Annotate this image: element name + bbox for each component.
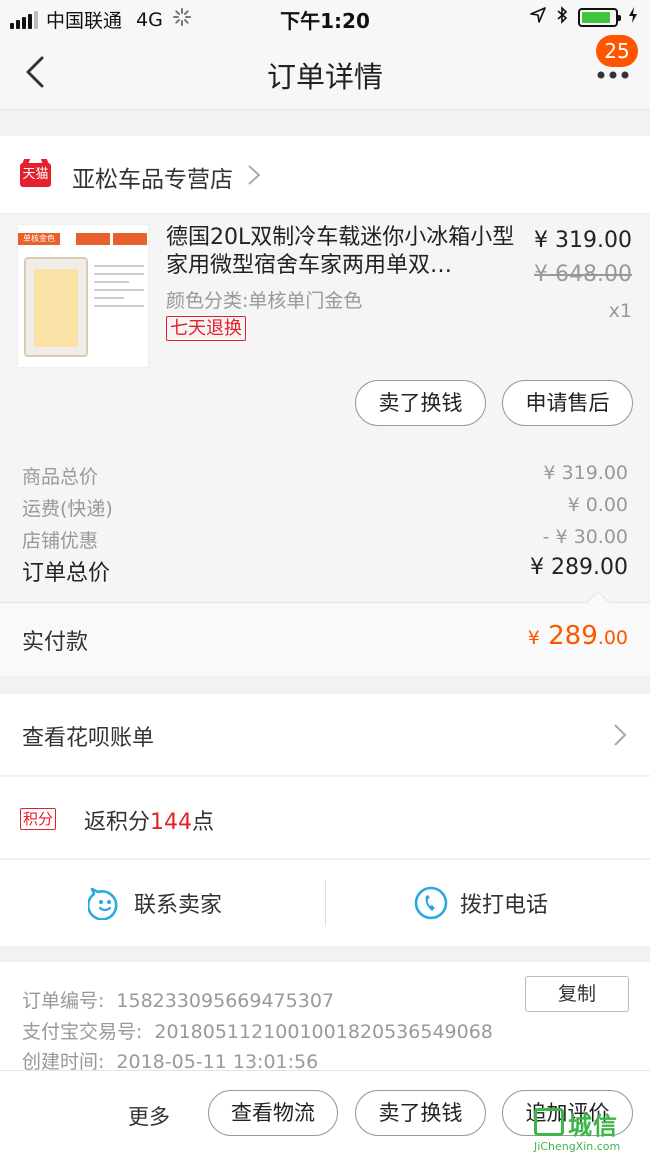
summary-row: 店铺优惠 - ¥ 30.00 [22, 526, 628, 553]
call-phone-label: 拨打电话 [460, 893, 549, 918]
location-icon [530, 7, 546, 28]
status-bar: 中国联通 4G 下午1:20 [0, 0, 650, 36]
product-quantity: x1 [608, 300, 632, 322]
amount-integer: 289 [548, 621, 598, 651]
product-item[interactable]: 单核金色 德国20L双制冷车载迷你小冰箱小型家用微型宿舍车家两用单双… 颜色分类… [0, 214, 650, 442]
order-info: 订单编号: 1582330956694753​07 支付宝交易号: 20180511… [0, 962, 650, 1073]
actual-payment-amount: ¥ 289.00 [528, 621, 628, 651]
amount-decimal: .00 [597, 627, 628, 649]
points-text: 返积分144点 [84, 810, 215, 835]
points-row: 积分 返积分144点 [0, 777, 650, 859]
watermark-text: 城信 [568, 1112, 618, 1140]
battery-icon [578, 8, 621, 27]
sell-for-cash-button[interactable]: 卖了换钱 [355, 380, 486, 426]
huabei-bill-label: 查看花呗账单 [22, 726, 155, 751]
contact-seller-label: 联系卖家 [134, 893, 223, 918]
more-dots-icon [597, 71, 629, 79]
actual-payment-label: 实付款 [22, 630, 89, 655]
watermark-url: JiChengXin.com [534, 1140, 621, 1153]
order-total-value: ¥ 289.00 [530, 555, 628, 580]
chevron-right-icon [614, 724, 627, 746]
nav-bar: 订单详情 25 [0, 35, 650, 110]
sell-for-cash-button[interactable]: 卖了换钱 [355, 1090, 486, 1136]
contact-row: 联系卖家 拨打电话 [0, 860, 650, 946]
summary-label: 商品总价 [22, 466, 99, 488]
summary-label: 店铺优惠 [22, 530, 99, 552]
order-number-line: 订单编号: 1582330956694753​07 [22, 990, 334, 1012]
watermark-logo-icon [534, 1108, 564, 1136]
currency-symbol: ¥ [527, 627, 540, 649]
product-original-price: ¥ 648.00 [534, 262, 632, 287]
summary-value: ¥ 319.00 [543, 462, 628, 484]
apply-aftersale-button[interactable]: 申请售后 [502, 380, 633, 426]
summary-value: ¥ 0.00 [567, 494, 628, 516]
shop-row[interactable]: 天猫 亚松车品专营店 [0, 136, 650, 214]
points-value: 144 [150, 810, 193, 835]
message-count-badge: 25 [596, 35, 638, 67]
order-total-label: 订单总价 [22, 561, 111, 586]
price-summary: 商品总价 ¥ 319.00 运费(快递) ¥ 0.00 店铺优惠 - ¥ 30.00 … [0, 442, 650, 602]
more-actions-link[interactable]: 更多 [128, 1101, 170, 1131]
alipay-trade-number: 2018051121001001820536549068 [154, 1021, 493, 1043]
phone-icon [414, 886, 448, 920]
tmall-logo-icon: 天猫 [20, 163, 51, 187]
order-total-row: 订单总价 ¥ 289.00 [22, 555, 628, 587]
watermark: 城信 JiChengXin.com [534, 1106, 650, 1156]
product-sku: 颜色分类:单核单门金色 [166, 290, 363, 312]
product-title[interactable]: 德国20L双制冷车载迷你小冰箱小型家用微型宿舍车家两用单双… [166, 224, 516, 280]
actual-payment-row: 实付款 ¥ 289.00 [0, 590, 650, 676]
summary-row: 运费(快递) ¥ 0.00 [22, 494, 628, 521]
copy-button[interactable]: 复制 [525, 976, 629, 1012]
alipay-number-line: 支付宝交易号: 2018051121001001820536549068 [22, 1021, 493, 1043]
more-menu-button[interactable] [596, 66, 630, 79]
charging-icon [628, 7, 638, 28]
bluetooth-icon [556, 6, 568, 29]
order-number: 1582330956694753​07 [116, 990, 334, 1012]
divider [325, 880, 326, 926]
summary-label: 运费(快递) [22, 498, 113, 520]
chat-bubble-icon [88, 887, 118, 920]
shop-name: 亚松车品专营店 [72, 167, 233, 193]
product-thumbnail[interactable]: 单核金色 [17, 224, 149, 368]
summary-row: 商品总价 ¥ 319.00 [22, 462, 628, 489]
refund-policy-tag: 七天退换 [166, 316, 246, 341]
thumbnail-tag: 单核金色 [18, 233, 60, 245]
mini-fridge-image [24, 257, 88, 357]
contact-seller-button[interactable]: 联系卖家 [88, 860, 222, 946]
view-logistics-button[interactable]: 查看物流 [208, 1090, 338, 1136]
product-price: ¥ 319.00 [534, 228, 632, 253]
chevron-right-icon [248, 165, 261, 185]
huabei-bill-row[interactable]: 查看花呗账单 [0, 694, 650, 776]
page-title: 订单详情 [266, 60, 383, 94]
status-right [530, 6, 638, 29]
call-phone-button[interactable]: 拨打电话 [414, 860, 548, 946]
summary-value: - ¥ 30.00 [542, 526, 628, 548]
points-tag: 积分 [20, 808, 57, 830]
